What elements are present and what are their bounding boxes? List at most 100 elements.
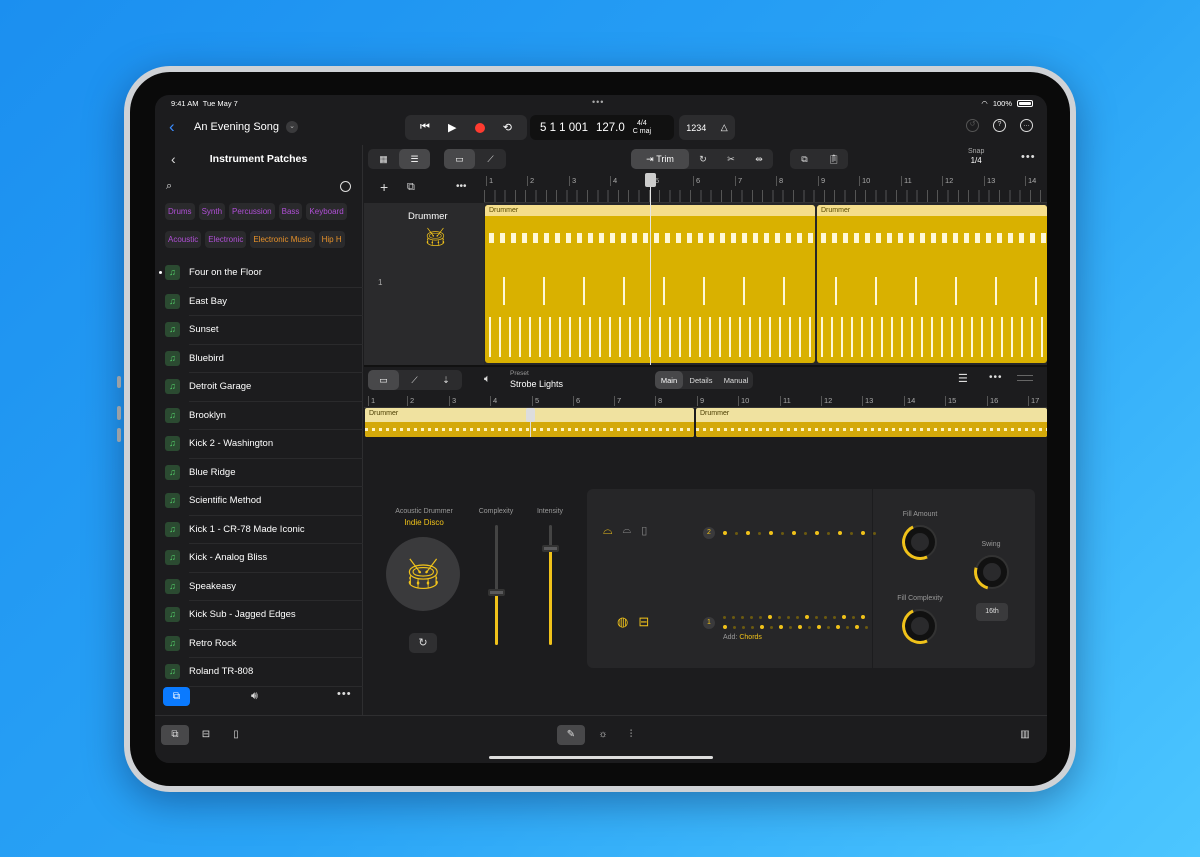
filter-icon[interactable] <box>340 181 351 192</box>
duplicate-icon[interactable]: ⧉ <box>407 181 415 194</box>
tag[interactable]: Hip H <box>318 231 345 248</box>
drummer-region[interactable]: Drummer <box>817 205 1047 363</box>
help-icon[interactable]: ? <box>993 119 1006 132</box>
play-icon[interactable]: ▶ <box>448 121 456 134</box>
tab-details[interactable]: Details <box>683 371 719 389</box>
search-icon[interactable]: ⌕ <box>166 180 172 193</box>
fill-complexity-knob[interactable] <box>896 602 944 650</box>
automation-icon[interactable]: ⟋ <box>399 370 430 390</box>
trim-button[interactable]: ⇥ Trim <box>631 149 689 169</box>
plugins-icon[interactable]: ▯ <box>225 725 247 745</box>
more-icon[interactable]: ••• <box>337 688 352 700</box>
swing-knob[interactable] <box>967 547 1017 597</box>
list-item[interactable]: ♫ Four on the Floor <box>159 259 363 288</box>
preset-selector[interactable]: Preset Strobe Lights <box>510 369 563 391</box>
tab-main[interactable]: Main <box>655 371 683 389</box>
list-add-icon[interactable]: ☰ <box>958 372 968 385</box>
list-item[interactable]: ♫ Blue Ridge <box>165 459 363 487</box>
snare-icon[interactable]: ⊟ <box>638 614 649 630</box>
library-view-icon[interactable]: ⧉ <box>161 725 189 745</box>
chevron-down-icon[interactable]: ⌄ <box>286 121 298 133</box>
song-title[interactable]: An Evening Song <box>194 121 279 133</box>
slider-handle[interactable] <box>542 545 559 552</box>
add-track-icon[interactable]: + <box>380 179 388 195</box>
back-chevron-icon[interactable]: ‹ <box>169 117 175 137</box>
list-item[interactable]: ♫ Kick 1 - CR-78 Made Iconic <box>165 516 363 544</box>
timeline-ruler[interactable]: 1 2 3 4 5 6 7 8 9 10 11 12 13 14 <box>484 173 1047 203</box>
copy-icon[interactable]: ⧉ <box>790 149 819 169</box>
tag[interactable]: Synth <box>198 203 226 220</box>
drummer-region-mini[interactable]: Drummer <box>696 408 1047 437</box>
list-item[interactable]: ♫ Sunset <box>165 316 363 345</box>
metronome-icon[interactable]: △ <box>721 122 728 133</box>
tab-manual[interactable]: Manual <box>719 371 753 389</box>
slider-handle[interactable] <box>488 589 505 597</box>
split-icon[interactable]: ✂ <box>717 149 745 169</box>
list-item[interactable]: ♫ Kick - Analog Bliss <box>165 544 363 573</box>
refresh-icon[interactable]: ↻ <box>409 633 437 653</box>
drag-handle-icon[interactable] <box>1017 375 1033 381</box>
home-indicator[interactable] <box>489 756 713 759</box>
controls-icon[interactable]: ⊟ <box>195 725 217 745</box>
track-header[interactable]: Drummer 🥁︎ 1 <box>364 203 484 365</box>
complexity-slider[interactable] <box>488 525 505 645</box>
list-item[interactable]: ♫ Detroit Garage <box>165 373 363 402</box>
grid-view-icon[interactable]: ▦ <box>368 149 399 169</box>
snap-control[interactable]: Snap 1/4 <box>968 147 984 166</box>
shaker-icon[interactable]: ▯ <box>641 524 647 537</box>
region-mode-icon[interactable]: ▭ <box>444 149 475 169</box>
list-item[interactable]: ♫ Brooklyn <box>165 402 363 430</box>
tag[interactable]: Drums <box>165 203 195 220</box>
list-item[interactable]: ♫ Bluebird <box>165 345 363 373</box>
mixer-icon[interactable]: ⫶ <box>619 725 643 745</box>
lcd-display[interactable]: 5 1 1 001 127.0 4/4 C maj <box>530 115 674 140</box>
playhead-handle[interactable] <box>526 408 535 422</box>
hihat-icon[interactable]: ⌓ <box>603 523 613 538</box>
list-item[interactable]: ♫ East Bay <box>165 288 363 316</box>
loop-tool-icon[interactable]: ↻ <box>689 149 717 169</box>
list-item[interactable]: ♫ Kick Sub - Jagged Edges <box>165 601 363 630</box>
speaker-icon[interactable]: 🔈︎ <box>484 373 491 386</box>
playhead-handle[interactable] <box>645 173 656 187</box>
keyboard-icon[interactable]: ▥ <box>1013 725 1037 745</box>
tag[interactable]: Bass <box>278 203 303 220</box>
fill-amount-knob[interactable] <box>896 518 944 566</box>
pattern-dots[interactable] <box>723 623 868 631</box>
list-item[interactable]: ♫ Kick 2 - Washington <box>165 430 363 459</box>
multitask-dots-icon[interactable]: ••• <box>592 97 604 107</box>
region-mode-icon[interactable]: ▭ <box>368 370 399 390</box>
drummer-name[interactable]: Indie Disco <box>382 518 466 527</box>
playhead[interactable] <box>645 173 656 365</box>
more-icon[interactable]: ••• <box>1021 151 1036 163</box>
join-icon[interactable]: ⇹ <box>745 149 773 169</box>
paste-icon[interactable]: 📋︎ <box>819 149 848 169</box>
edit-pencil-icon[interactable]: ✎ <box>557 725 585 745</box>
tracks-view-icon[interactable]: ☰ <box>399 149 430 169</box>
count-in-button[interactable]: 1234 <box>686 123 706 133</box>
more-icon[interactable]: ••• <box>456 181 467 192</box>
smart-controls-icon[interactable]: ☼ <box>591 725 615 745</box>
list-item[interactable]: ♫ Retro Rock <box>165 630 363 658</box>
record-icon[interactable] <box>474 122 485 133</box>
intensity-slider[interactable] <box>542 525 559 645</box>
add-chords[interactable]: Add: Chords <box>723 634 762 641</box>
tag[interactable]: Electronic Music <box>250 231 315 248</box>
automation-icon[interactable]: ⟋ <box>475 149 506 169</box>
list-item[interactable]: ♫ Scientific Method <box>165 487 363 516</box>
cymbal-icon[interactable]: ⌓ <box>623 524 632 537</box>
speaker-icon[interactable]: 🔊︎ <box>251 690 258 703</box>
drummer-avatar[interactable]: 🥁︎ <box>386 537 460 611</box>
swing-resolution-button[interactable]: 16th <box>976 603 1008 621</box>
kick-drum-icon[interactable]: ◍ <box>617 614 628 630</box>
pattern-dots[interactable] <box>723 613 865 621</box>
undo-history-icon[interactable]: ↺ <box>966 119 979 132</box>
tag[interactable]: Keyboard <box>306 203 347 220</box>
editor-ruler[interactable]: 1 2 3 4 5 6 7 8 9 10 11 12 13 14 15 16 1 <box>364 393 1047 408</box>
library-button[interactable]: ⧉ <box>163 687 190 706</box>
tag[interactable]: Acoustic <box>165 231 202 248</box>
arrow-icon[interactable]: ⇣ <box>430 370 462 390</box>
tag[interactable]: Percussion <box>229 203 275 220</box>
rewind-icon[interactable]: ⏮ <box>420 121 430 134</box>
more-icon[interactable]: … <box>1020 119 1033 132</box>
pattern-dots[interactable] <box>723 529 876 537</box>
